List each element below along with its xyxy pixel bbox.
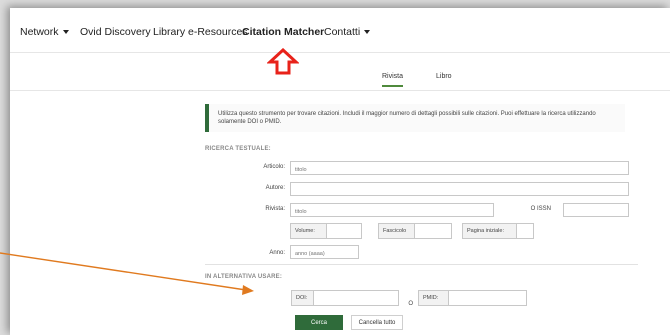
nav-ovid-discovery-label: Ovid Discovery	[80, 26, 151, 38]
year-input[interactable]	[290, 245, 359, 259]
nav-network-label: Network	[20, 26, 59, 38]
journal-label: Rivista:	[265, 206, 285, 212]
nav-library-e-resources-label: Library e-Resources	[153, 26, 248, 38]
info-message: Utilizza questo strumento per trovare ci…	[205, 104, 625, 132]
chevron-down-icon	[62, 30, 69, 35]
issue-field[interactable]: Fascicolo	[378, 223, 452, 239]
article-input[interactable]	[290, 161, 629, 175]
pmid-label: PMID:	[419, 291, 449, 305]
nav-citation-matcher[interactable]: Citation Matcher	[242, 26, 324, 38]
nav-network[interactable]: Network	[20, 26, 69, 38]
nav-library-e-resources[interactable]: Library e-Resources	[153, 26, 248, 38]
volume-field[interactable]: Volume:	[290, 223, 362, 239]
tab-rivista[interactable]: Rivista	[382, 73, 404, 87]
section-divider	[205, 264, 638, 265]
tab-libro-label: Libro	[436, 73, 452, 80]
start-page-field[interactable]: Pagina iniziale:	[462, 223, 534, 239]
nav-contatti-label: Contatti	[324, 26, 361, 38]
chevron-down-icon	[364, 30, 371, 35]
volume-label: Volume:	[291, 224, 327, 238]
tab-libro[interactable]: Libro	[436, 73, 452, 80]
doi-label: DOI:	[292, 291, 314, 305]
year-label: Anno:	[269, 250, 285, 256]
journal-input[interactable]	[290, 203, 494, 217]
tab-rivista-label: Rivista	[382, 73, 404, 80]
app-window: Network Ovid Discovery Library e-Resourc…	[10, 8, 670, 335]
issue-label: Fascicolo	[379, 224, 415, 238]
text-search-heading: RICERCA TESTUALE:	[205, 146, 271, 152]
clear-all-button[interactable]: Cancella tutto	[351, 315, 403, 330]
author-label: Autore:	[265, 185, 285, 191]
or-label: O	[408, 301, 413, 307]
nav-contatti[interactable]: Contatti	[324, 26, 371, 38]
pmid-field[interactable]: PMID:	[418, 290, 527, 306]
subtab-bar: Rivista Libro	[10, 52, 670, 91]
start-page-label: Pagina iniziale:	[463, 224, 517, 238]
alternative-heading: IN ALTERNATIVA USARE:	[205, 274, 283, 280]
doi-field[interactable]: DOI:	[291, 290, 399, 306]
article-label: Articolo:	[263, 164, 285, 170]
issn-input[interactable]	[563, 203, 629, 217]
top-navigation: Network Ovid Discovery Library e-Resourc…	[10, 8, 670, 53]
nav-citation-matcher-label: Citation Matcher	[242, 26, 325, 38]
search-button[interactable]: Cerca	[295, 315, 343, 330]
nav-ovid-discovery[interactable]: Ovid Discovery	[80, 26, 151, 38]
issn-label: O ISSN	[530, 206, 551, 212]
author-input[interactable]	[290, 182, 629, 196]
